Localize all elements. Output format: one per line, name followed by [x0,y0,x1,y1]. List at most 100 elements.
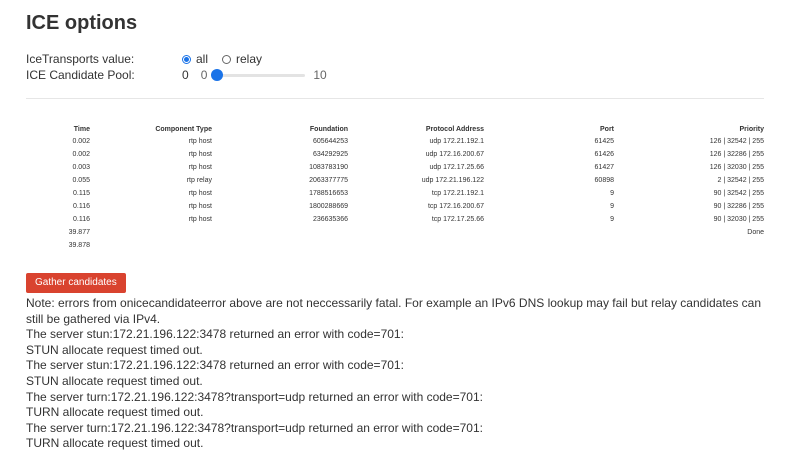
table-row: 0.116 rtp host 1800288669 tcp 172.16.200.67… [26,200,764,213]
cell-foundation [212,239,348,252]
radio-relay-label[interactable]: relay [236,52,262,66]
divider [26,98,764,99]
cell-port: 61426 [594,151,614,158]
table-row: 0.002 rtp host 605644253 udp 172.21.192.1 61… [26,135,764,148]
cell-priority: 90 | 32286 | 255 [713,203,764,210]
log-output: Note: errors from onicecandidateerror ab… [26,296,772,452]
cell-priority: Done [747,229,764,236]
cell-priority: 2 | 32542 | 255 [717,177,764,184]
cell-protocol: tcp 172.16.200.67 [427,203,484,210]
table-row: 39.877 Done [26,226,764,239]
candidate-pool-value: 0 [182,68,189,82]
table-row: 0.003 rtp host 1083783190 udp 172.17.25.66 6… [26,161,764,174]
cell-priority: 126 | 32286 | 255 [709,151,764,158]
cell-port: 9 [610,216,614,223]
header-priority: Priority [739,125,764,133]
log-line: STUN allocate request timed out. [26,342,203,357]
cell-port: 61425 [594,138,614,145]
cell-port: 61427 [594,164,614,171]
cell-component: rtp host [188,216,212,223]
header-protocol: Protocol Address [425,125,484,133]
slider-max-label: 10 [313,68,327,82]
table-row: 0.002 rtp host 634292925 udp 172.16.200.67 6… [26,148,764,161]
cell-time: 0.116 [73,203,90,210]
cell-protocol: udp 172.21.196.122 [421,177,484,184]
candidate-pool-row: ICE Candidate Pool: 0 0 10 [26,68,327,82]
header-time: Time [73,125,90,133]
header-component: Component Type [155,125,212,133]
header-foundation: Foundation [309,125,348,133]
cell-priority: 126 | 32542 | 255 [709,138,764,145]
cell-time: 39.877 [68,229,90,236]
candidates-table: Time Component Type Foundation Protocol … [26,124,764,252]
cell-port: 9 [610,203,614,210]
cell-protocol: udp 172.21.192.1 [429,138,485,145]
cell-component: rtp host [188,203,212,210]
cell-time: 0.002 [72,138,90,145]
log-line: The server stun:172.21.196.122:3478 retu… [26,327,404,342]
cell-component [90,226,212,239]
cell-foundation: 605644253 [312,138,348,145]
cell-port [484,226,614,239]
table-row: 0.055 rtp relay 2063377775 udp 172.21.196.1… [26,174,764,187]
cell-protocol [348,239,484,252]
cell-protocol: tcp 172.17.25.66 [431,216,484,223]
table-body: 0.002 rtp host 605644253 udp 172.21.192.1 61… [26,135,764,252]
radio-relay[interactable]: relay [222,52,262,66]
cell-time: 0.115 [73,190,90,197]
log-line: Note: errors from onicecandidateerror ab… [26,296,762,326]
cell-foundation [212,226,348,239]
ice-transports-label: IceTransports value: [26,52,135,66]
slider-track[interactable] [213,74,306,77]
cell-protocol: tcp 172.21.192.1 [431,190,484,197]
candidate-pool-slider[interactable] [211,69,306,81]
table-row: 39.878 [26,239,764,252]
log-line: The server stun:172.21.196.122:3478 retu… [26,358,404,373]
cell-foundation: 2063377775 [309,177,348,184]
ice-transports-row: IceTransports value: all relay [26,52,276,66]
cell-foundation: 236635366 [312,216,348,223]
cell-port: 60898 [594,177,614,184]
log-line: STUN allocate request timed out. [26,373,203,388]
gather-candidates-button[interactable]: Gather candidates [26,273,126,293]
cell-priority: 90 | 32542 | 255 [713,190,764,197]
cell-priority: 126 | 32030 | 255 [709,164,764,171]
table-header-row: Time Component Type Foundation Protocol … [26,124,764,135]
cell-protocol: udp 172.17.25.66 [429,164,485,171]
log-line: TURN allocate request timed out. [26,405,204,420]
cell-protocol: udp 172.16.200.67 [425,151,484,158]
cell-time: 0.002 [72,151,90,158]
table-row: 0.115 rtp host 1788516653 tcp 172.21.192.1 9… [26,187,764,200]
slider-thumb[interactable] [211,69,224,81]
cell-priority: 90 | 32030 | 255 [713,216,764,223]
page-title: ICE options [26,12,138,34]
cell-priority [614,239,764,252]
radio-all-label[interactable]: all [196,52,208,66]
cell-component [90,239,212,252]
table-row: 0.116 rtp host 236635366 tcp 172.17.25.66 9 9… [26,213,764,226]
cell-port: 9 [610,190,614,197]
radio-relay-icon[interactable] [222,54,232,64]
cell-component: rtp host [188,164,212,171]
cell-foundation: 1800288669 [309,203,348,210]
log-line: The server turn:172.21.196.122:3478?tran… [26,420,483,435]
log-line: TURN allocate request timed out. [26,436,204,451]
cell-component: rtp relay [186,177,212,184]
cell-component: rtp host [188,151,212,158]
header-port: Port [600,125,614,133]
cell-time: 0.055 [72,177,90,184]
cell-time: 0.003 [72,164,90,171]
cell-port [484,239,614,252]
cell-foundation: 1788516653 [309,190,348,197]
cell-foundation: 1083783190 [309,164,348,171]
slider-min-label: 0 [200,68,208,82]
log-line: The server turn:172.21.196.122:3478?tran… [26,389,483,404]
radio-all[interactable]: all [182,52,208,66]
cell-foundation: 634292925 [312,151,348,158]
cell-time: 39.878 [68,242,90,249]
cell-time: 0.116 [73,216,90,223]
candidate-pool-label: ICE Candidate Pool: [26,68,135,82]
cell-component: rtp host [188,138,212,145]
cell-protocol [348,226,484,239]
radio-all-icon[interactable] [182,54,191,64]
